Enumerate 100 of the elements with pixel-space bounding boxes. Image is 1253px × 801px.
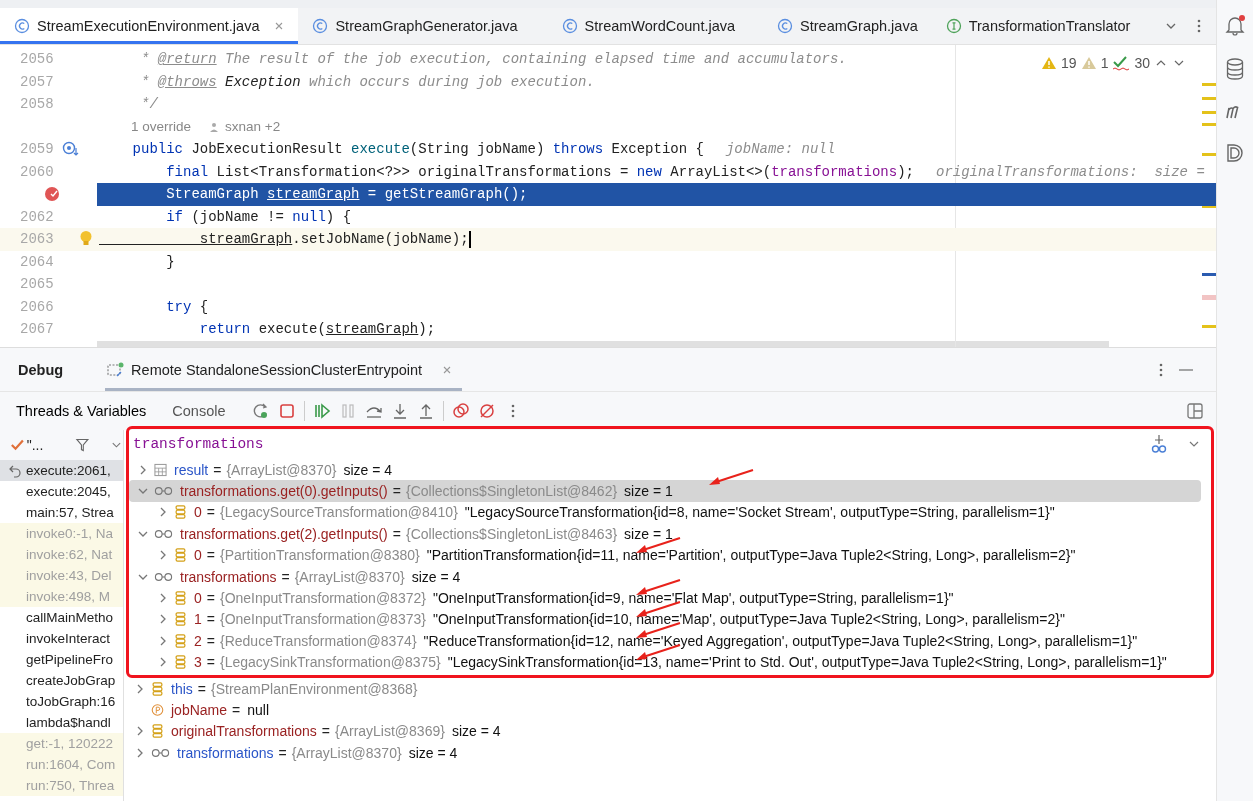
variable-name: transformations.get(2).getInputs() (180, 525, 388, 542)
line-number: 2067 (20, 321, 54, 338)
variable-value: size = 4 (451, 723, 501, 740)
variable-type: {Collections$SingletonList@8463} (405, 525, 618, 542)
variable-type: {OneInputTransformation@8373} (220, 611, 426, 628)
variable-value: null (247, 702, 269, 718)
add-watch-icon[interactable] (1149, 434, 1169, 454)
breakpoints-icon[interactable] (451, 402, 470, 420)
editor-tab[interactable]: StreamExecutionEnvironment.java (0, 8, 299, 44)
inlay-hint: originalTransformations: size = (936, 163, 1205, 180)
stack-frame[interactable]: callMainMetho (0, 607, 123, 628)
class-icon (561, 18, 578, 34)
typo-check-icon (1112, 55, 1131, 71)
variable-name: this (171, 680, 193, 697)
minimize-icon[interactable] (1178, 367, 1194, 372)
line-number: 2064 (20, 253, 54, 270)
stack-frame[interactable]: invokeInteract (0, 628, 123, 649)
check-icon[interactable] (10, 438, 25, 452)
equals-sign: = (206, 611, 215, 628)
stack-icon (151, 724, 164, 739)
line-number: 2063 (20, 231, 54, 248)
stack-frame[interactable]: getPipelineFro (0, 649, 123, 670)
code-text: try { (165, 298, 209, 315)
code-text: final List<Transformation<?>> originalTransformations = new ArrayList<>(transformations); (165, 163, 914, 180)
variable-type: {Collections$SingletonList@8462} (405, 483, 618, 500)
editor-tab[interactable]: StreamWordCount.java (531, 8, 750, 44)
equals-sign: = (213, 461, 222, 478)
variable-name: originalTransformations (171, 723, 317, 740)
variable-type: {OneInputTransformation@8372} (220, 590, 426, 607)
layout-icon[interactable] (1186, 402, 1204, 420)
rerun-icon[interactable] (251, 402, 270, 420)
d-letter-icon[interactable] (1225, 142, 1245, 164)
code-text: * @throws Exception which occurs during job execution. (140, 73, 595, 90)
variable-name: 0 (194, 547, 202, 564)
variable-name: transformations (180, 568, 277, 585)
inlay-hint: jobName: null (725, 141, 836, 158)
class-icon (777, 18, 794, 34)
author-hint[interactable]: sxnan +2 (225, 119, 281, 135)
line-number: 2058 (20, 96, 54, 113)
editor-tab[interactable]: StreamGraph.java (749, 8, 932, 44)
equals-sign: = (206, 632, 215, 649)
stack-icon (174, 655, 187, 670)
equals-sign: = (206, 504, 215, 521)
variable-value: size = 1 (624, 525, 673, 542)
equals-sign: = (197, 680, 206, 697)
warning-count: 19 (1061, 55, 1077, 71)
code-text: return execute(streamGraph); (198, 321, 436, 338)
more-icon[interactable] (1158, 361, 1164, 378)
stack-frame[interactable]: main:57, Strea (0, 502, 123, 523)
override-icon[interactable] (61, 141, 80, 158)
stack-icon (174, 612, 187, 627)
more-icon[interactable] (1196, 18, 1202, 34)
stack-icon (174, 591, 187, 606)
equals-sign: = (392, 483, 401, 500)
debug-tab[interactable]: Threads & Variables (16, 403, 147, 419)
glasses-icon (151, 746, 170, 759)
thread-selector[interactable]: "... (26, 437, 44, 453)
variable-type: {ArrayList@8370} (226, 461, 337, 478)
stack-icon (174, 505, 187, 520)
editor-tab[interactable]: StreamGraphGenerator.java (298, 8, 532, 44)
stack-frame[interactable]: createJobGrap (0, 670, 123, 691)
equals-sign: = (278, 744, 287, 761)
variable-name: 2 (194, 632, 202, 649)
stack-frame[interactable]: toJobGraph:16 (0, 691, 123, 712)
variable-type: {ArrayList@8370} (294, 568, 405, 585)
equals-sign: = (206, 547, 215, 564)
person-icon (209, 121, 220, 132)
line-number: 2062 (20, 208, 54, 225)
filter-icon[interactable] (75, 437, 91, 453)
variable-type: {LegacySourceTransformation@8410} (220, 504, 458, 521)
line-number: 2056 (20, 51, 54, 68)
variable-value: size = 4 (411, 568, 461, 585)
selected-row[interactable]: transformations.get(0).getInputs() = {Collections$SingletonList@8462} size = 1 (129, 480, 1201, 502)
resume-icon[interactable] (312, 402, 331, 420)
stack-frame[interactable]: lambda$handl (0, 712, 123, 733)
mute-breakpoints-icon[interactable] (477, 402, 496, 420)
variable-name: transformations (177, 744, 274, 761)
variable-value: size = 4 (343, 461, 392, 478)
override-hint[interactable]: 1 override (131, 119, 192, 135)
watch-expression-field[interactable]: transformations (133, 436, 1131, 452)
return-icon (8, 464, 22, 478)
breakpoint-icon[interactable] (44, 186, 60, 203)
table-icon (154, 462, 167, 477)
stop-icon[interactable] (277, 402, 296, 420)
stack-icon (151, 681, 164, 696)
close-icon[interactable] (442, 364, 453, 375)
debug-tab[interactable]: Console (172, 403, 226, 419)
notification-bell-icon[interactable] (1224, 14, 1246, 36)
panel-title: Debug (18, 361, 64, 378)
code-text: public JobExecutionResult execute(String jobName) throws Exception { (131, 141, 704, 158)
code-text: if (jobName != null) { (165, 208, 352, 225)
editor-tab[interactable]: TransformationTranslator (931, 8, 1145, 44)
stack-frame[interactable]: execute:2061, (0, 460, 123, 481)
variable-name: 0 (194, 590, 202, 607)
close-icon[interactable] (274, 21, 285, 31)
stack-frame[interactable]: execute:2045, (0, 481, 123, 502)
database-icon[interactable] (1225, 58, 1245, 80)
code-text: */ (140, 96, 158, 113)
variable-value: "OneInputTransformation{id=9, name='Flat Map', outputType=String, parallelism=1}" (432, 590, 954, 607)
line-number: 2060 (20, 163, 54, 180)
